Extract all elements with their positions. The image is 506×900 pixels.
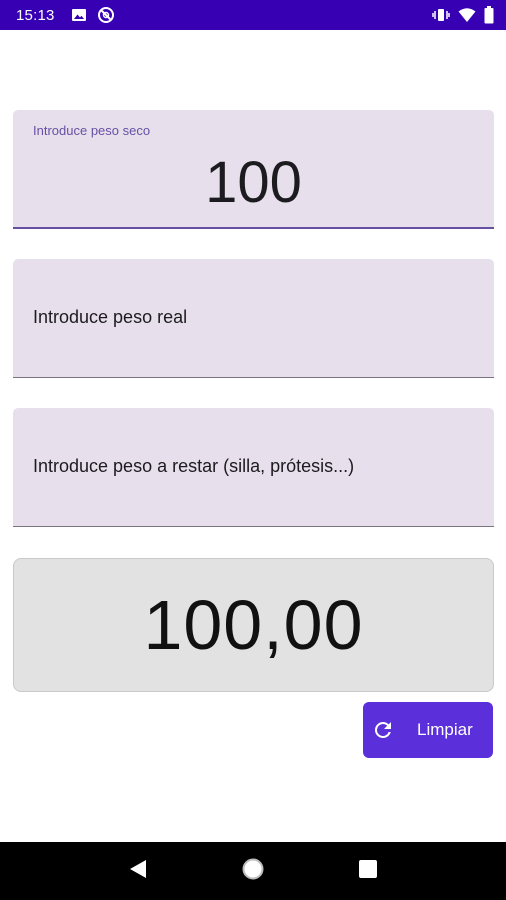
subtract-weight-field[interactable]: Introduce peso a restar (silla, prótesis… [13,408,494,527]
refresh-icon [371,718,395,742]
status-left-icons [71,6,115,24]
back-icon [128,858,148,885]
battery-icon [484,6,494,24]
no-disturb-icon [97,6,115,24]
result-value: 100,00 [143,586,364,664]
status-time: 15:13 [16,6,55,24]
result-display: 100,00 [13,558,494,692]
home-button[interactable] [233,851,273,891]
subtract-weight-placeholder: Introduce peso a restar (silla, prótesis… [33,456,355,476]
status-right-icons [432,6,494,24]
vibrate-icon [432,7,450,23]
wifi-icon [458,7,476,23]
home-icon [241,857,265,886]
clear-button-label: Limpiar [417,720,473,739]
recents-icon [358,859,378,884]
dry-weight-value: 100 [205,150,302,215]
status-bar: 15:13 [0,0,506,30]
dry-weight-label: Introduce peso seco [33,123,151,138]
recents-button[interactable] [348,851,388,891]
back-button[interactable] [118,851,158,891]
dry-weight-field[interactable]: Introduce peso seco 100 [13,110,494,229]
real-weight-field[interactable]: Introduce peso real [13,259,494,378]
navigation-bar [0,842,506,900]
clear-button[interactable]: Limpiar [363,702,493,758]
real-weight-placeholder: Introduce peso real [33,307,188,327]
image-icon [71,7,87,23]
